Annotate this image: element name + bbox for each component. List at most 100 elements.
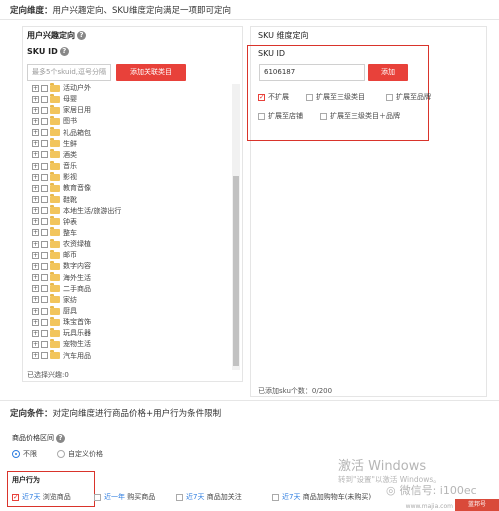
add-sku-button[interactable]: 添加 (368, 64, 408, 81)
expand-icon[interactable]: + (32, 196, 39, 203)
checkbox-icon[interactable] (41, 106, 48, 114)
expand-icon[interactable]: + (32, 318, 39, 326)
expand-icon[interactable]: + (32, 95, 39, 103)
tree-item[interactable]: + 厨具 (32, 305, 77, 317)
checkbox-icon[interactable] (41, 307, 48, 315)
tree-item[interactable]: + 玩具乐器 (32, 327, 91, 339)
tree-item[interactable]: + 邮币 (32, 249, 77, 261)
checkbox-icon[interactable] (306, 93, 313, 101)
behavior-cart[interactable]: 近7天 商品加购物车(未购买) (272, 492, 371, 502)
help-icon[interactable]: ? (59, 47, 69, 56)
checkbox-icon[interactable] (41, 207, 48, 215)
expand-icon[interactable]: + (32, 251, 39, 259)
tree-item[interactable]: + 教育音像 (32, 182, 91, 194)
checkbox-icon[interactable] (94, 493, 101, 501)
tree-item[interactable]: + 农资绿植 (32, 238, 91, 250)
checkbox-icon[interactable] (41, 95, 48, 103)
tree-item[interactable]: + 图书 (32, 115, 77, 127)
checkbox-icon[interactable] (41, 329, 48, 337)
expand-icon[interactable]: + (32, 307, 39, 315)
tree-item[interactable]: + 二手商品 (32, 283, 91, 295)
tree-item[interactable]: + 海外生活 (32, 272, 91, 284)
option-expand-store[interactable]: 扩展至店铺 (258, 111, 303, 121)
checkbox-icon[interactable] (41, 340, 48, 348)
checkbox-icon[interactable] (41, 184, 48, 192)
expand-icon[interactable]: + (32, 274, 39, 282)
expand-icon[interactable]: + (32, 285, 39, 293)
price-option-custom[interactable]: 自定义价格 (57, 449, 103, 459)
tree-item[interactable]: + 生鲜 (32, 138, 77, 150)
tree-item[interactable]: + 家纺 (32, 294, 77, 306)
checkbox-icon[interactable] (272, 493, 279, 501)
tree-item[interactable]: + 钟表 (32, 216, 77, 228)
behavior-period[interactable]: 近7天 (22, 493, 40, 501)
behavior-period[interactable]: 近7天 (186, 493, 204, 501)
tree-item[interactable]: + 鞋靴 (32, 194, 77, 206)
tree-item[interactable]: + 活动户外 (32, 82, 91, 94)
checkbox-icon[interactable] (41, 129, 48, 137)
expand-icon[interactable]: + (32, 296, 39, 304)
behavior-period[interactable]: 近一年 (104, 493, 125, 501)
tree-item[interactable]: + 影视 (32, 171, 77, 183)
help-icon[interactable]: ? (56, 433, 65, 443)
tree-item[interactable]: + 礼品箱包 (32, 127, 91, 139)
checkbox-icon[interactable] (41, 117, 48, 125)
checkbox-icon[interactable] (258, 112, 265, 120)
expand-icon[interactable]: + (32, 240, 39, 248)
expand-icon[interactable]: + (32, 117, 39, 125)
behavior-purchase[interactable]: 近一年 购买商品 (94, 492, 155, 502)
checkbox-icon[interactable] (41, 218, 48, 226)
tree-scrollbar-thumb[interactable] (233, 176, 239, 366)
checkbox-icon[interactable] (41, 140, 48, 148)
radio-icon[interactable] (57, 450, 65, 458)
tree-item[interactable]: + 家居日用 (32, 104, 91, 116)
checkbox-icon[interactable] (41, 240, 48, 248)
checkbox-icon[interactable] (176, 493, 183, 501)
expand-icon[interactable]: + (32, 207, 39, 215)
tree-item[interactable]: + 音乐 (32, 160, 77, 172)
behavior-browse[interactable]: 近7天 浏览商品 (12, 492, 71, 502)
expand-icon[interactable]: + (32, 352, 39, 360)
tree-item[interactable]: + 本地生活/旅游出行 (32, 205, 121, 217)
tree-item[interactable]: + 母婴 (32, 93, 77, 105)
tree-item[interactable]: + 整车 (32, 227, 77, 239)
radio-icon[interactable] (12, 450, 20, 458)
add-related-category-button[interactable]: 添加关联类目 (116, 64, 186, 81)
checkbox-icon[interactable] (41, 352, 48, 360)
checkbox-icon[interactable] (320, 112, 327, 120)
expand-icon[interactable]: + (32, 340, 39, 348)
checkbox-icon[interactable] (12, 492, 19, 502)
expand-icon[interactable]: + (32, 84, 39, 92)
tree-item[interactable]: + 宠物生活 (32, 338, 91, 350)
checkbox-icon[interactable] (41, 196, 48, 203)
checkbox-icon[interactable] (41, 229, 48, 237)
help-icon[interactable]: ? (77, 31, 86, 40)
checkbox-icon[interactable] (41, 274, 48, 282)
sku-search-input[interactable]: 最多5个skuid,逗号分隔 (27, 64, 111, 81)
tree-item[interactable]: + 酒类 (32, 149, 77, 161)
checkbox-icon[interactable] (41, 285, 48, 293)
behavior-period[interactable]: 近7天 (282, 493, 300, 501)
tree-item[interactable]: + 珠宝首饰 (32, 316, 91, 328)
option-expand-level3-brand[interactable]: 扩展至三级类目＋品牌 (320, 111, 400, 121)
checkbox-icon[interactable] (258, 92, 265, 102)
option-no-expand[interactable]: 不扩展 (258, 92, 289, 102)
checkbox-icon[interactable] (41, 162, 48, 170)
checkbox-icon[interactable] (386, 93, 393, 101)
tree-item[interactable]: + 汽车用品 (32, 350, 91, 362)
expand-icon[interactable]: + (32, 173, 39, 181)
checkbox-icon[interactable] (41, 318, 48, 326)
expand-icon[interactable]: + (32, 140, 39, 148)
expand-icon[interactable]: + (32, 184, 39, 192)
option-expand-level3[interactable]: 扩展至三级类目 (306, 92, 365, 102)
expand-icon[interactable]: + (32, 151, 39, 159)
checkbox-icon[interactable] (41, 262, 48, 270)
option-expand-brand[interactable]: 扩展至品牌 (386, 92, 431, 102)
expand-icon[interactable]: + (32, 218, 39, 226)
checkbox-icon[interactable] (41, 151, 48, 159)
sku-id-input[interactable]: 6106187 (259, 64, 365, 81)
expand-icon[interactable]: + (32, 262, 39, 270)
tree-item[interactable]: + 数字内容 (32, 260, 91, 272)
price-option-unlimited[interactable]: 不限 (12, 449, 37, 459)
checkbox-icon[interactable] (41, 84, 48, 92)
